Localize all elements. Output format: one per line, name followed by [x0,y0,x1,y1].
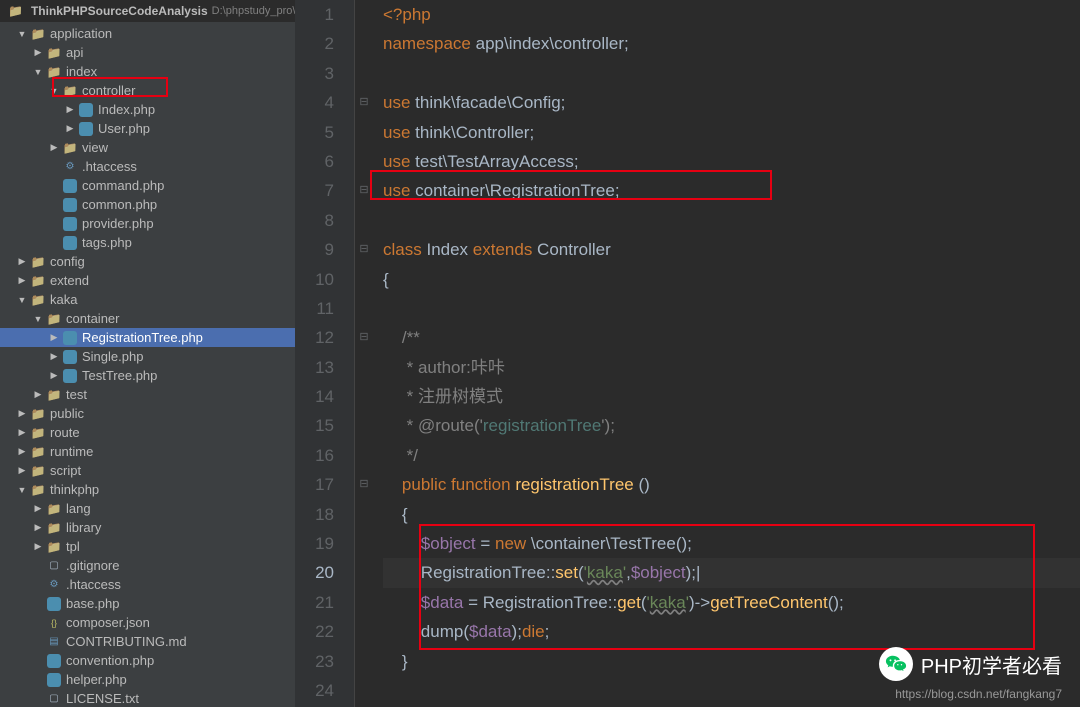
tree-folder-api[interactable]: api [0,43,295,62]
folder-icon [46,539,62,555]
tree-file-common-php[interactable]: common.php [0,195,295,214]
tree-file-index-php[interactable]: Index.php [0,100,295,119]
tree-folder-public[interactable]: public [0,404,295,423]
json-icon [46,615,62,631]
folder-icon [30,425,46,441]
fold-icon[interactable]: ⊟ [355,235,373,264]
tree-folder-kaka[interactable]: kaka [0,290,295,309]
file-tree: application api index controller Index.p… [0,22,295,707]
fold-column: ⊟ ⊟ ⊟ ⊟ ⊟ [355,0,373,707]
file-icon [46,558,62,574]
tree-folder-config[interactable]: config [0,252,295,271]
php-icon [62,235,78,251]
caret: | [696,563,700,582]
blog-url: https://blog.csdn.net/fangkang7 [895,687,1062,701]
folder-icon [46,501,62,517]
folder-icon [30,273,46,289]
php-icon [62,178,78,194]
file-icon: ⚙ [62,159,78,175]
folder-icon [46,45,62,61]
tree-folder-container[interactable]: container [0,309,295,328]
tree-file-htaccess[interactable]: ⚙.htaccess [0,157,295,176]
php-icon [46,672,62,688]
tree-folder-runtime[interactable]: runtime [0,442,295,461]
watermark: PHP初学者必看 [879,647,1062,681]
tree-file-registration-tree-php[interactable]: RegistrationTree.php [0,328,295,347]
tree-file-command-php[interactable]: command.php [0,176,295,195]
php-icon [78,102,94,118]
tree-file-single-php[interactable]: Single.php [0,347,295,366]
tree-folder-thinkphp[interactable]: thinkphp [0,480,295,499]
folder-icon [46,520,62,536]
tree-folder-tpl[interactable]: tpl [0,537,295,556]
folder-icon [30,444,46,460]
line-number-gutter: 1 2345 6789 10111213 14151617 18192021 2… [295,0,355,707]
php-icon [62,197,78,213]
tree-file-test-tree-php[interactable]: TestTree.php [0,366,295,385]
php-icon [78,121,94,137]
fold-icon[interactable]: ⊟ [355,176,373,205]
php-icon [62,349,78,365]
tree-folder-script[interactable]: script [0,461,295,480]
tree-file-tags-php[interactable]: tags.php [0,233,295,252]
tree-file-convention-php[interactable]: convention.php [0,651,295,670]
tree-folder-test[interactable]: test [0,385,295,404]
tree-folder-view[interactable]: view [0,138,295,157]
tree-file-gitignore[interactable]: .gitignore [0,556,295,575]
project-root[interactable]: ThinkPHPSourceCodeAnalysis D:\phpstudy_p… [0,0,295,22]
folder-icon [62,83,78,99]
code-area[interactable]: <?php namespace app\index\controller; us… [373,0,1080,707]
tree-file-base-php[interactable]: base.php [0,594,295,613]
folder-icon [8,3,23,19]
tree-folder-index[interactable]: index [0,62,295,81]
tree-folder-extend[interactable]: extend [0,271,295,290]
folder-icon [46,387,62,403]
folder-icon [30,26,46,42]
tree-folder-library[interactable]: library [0,518,295,537]
php-icon [62,330,78,346]
php-icon [46,596,62,612]
project-sidebar: ThinkPHPSourceCodeAnalysis D:\phpstudy_p… [0,0,295,707]
tree-file-user-php[interactable]: User.php [0,119,295,138]
folder-icon [62,140,78,156]
tree-file-license-txt[interactable]: LICENSE.txt [0,689,295,707]
txt-icon [46,691,62,707]
php-icon [62,216,78,232]
file-icon: ⚙ [46,577,62,593]
code-token: <?php [383,5,431,24]
tree-file-provider-php[interactable]: provider.php [0,214,295,233]
tree-folder-route[interactable]: route [0,423,295,442]
fold-icon[interactable]: ⊟ [355,470,373,499]
tree-folder-lang[interactable]: lang [0,499,295,518]
code-editor[interactable]: 1 2345 6789 10111213 14151617 18192021 2… [295,0,1080,707]
md-icon [46,634,62,650]
php-icon [62,368,78,384]
tree-file-contributing-md[interactable]: CONTRIBUTING.md [0,632,295,651]
folder-icon [46,64,62,80]
project-name: ThinkPHPSourceCodeAnalysis [31,4,208,18]
tree-folder-application[interactable]: application [0,24,295,43]
fold-icon[interactable]: ⊟ [355,88,373,117]
watermark-text: PHP初学者必看 [921,650,1062,679]
folder-icon [30,254,46,270]
tree-folder-controller[interactable]: controller [0,81,295,100]
project-path: D:\phpstudy_pro\W [212,5,295,17]
folder-icon [30,406,46,422]
line-number: 1 [295,0,334,29]
folder-icon [46,311,62,327]
folder-icon [30,292,46,308]
tree-file-htaccess2[interactable]: ⚙.htaccess [0,575,295,594]
php-icon [46,653,62,669]
tree-file-composer-json[interactable]: composer.json [0,613,295,632]
wechat-icon [879,647,913,681]
folder-icon [30,482,46,498]
folder-icon [30,463,46,479]
fold-icon[interactable]: ⊟ [355,323,373,352]
tree-file-helper-php[interactable]: helper.php [0,670,295,689]
